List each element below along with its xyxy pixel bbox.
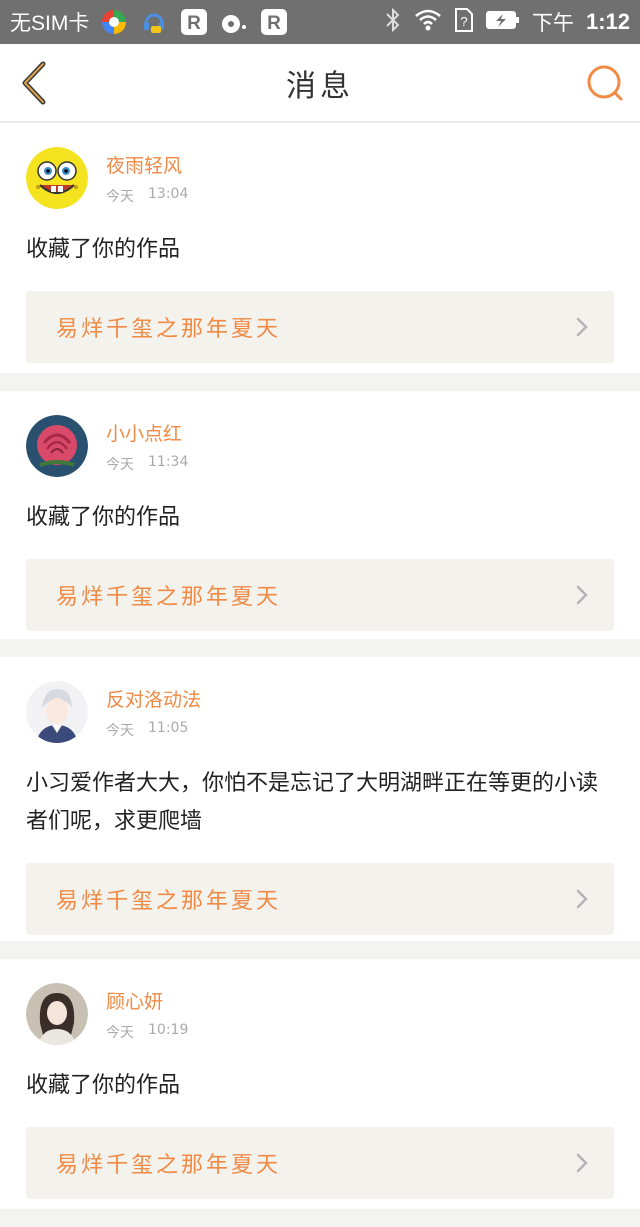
message-text: 收藏了你的作品 (26, 1073, 181, 1098)
time-label: 13:04 (148, 186, 189, 202)
work-link[interactable]: 易烊千玺之那年夏天 (26, 863, 614, 935)
user-avatar[interactable] (26, 983, 88, 1045)
day-label: 今天 (106, 189, 134, 205)
svg-text:?: ? (460, 14, 467, 29)
user-avatar[interactable] (26, 681, 88, 743)
message-card: 反对洛动法 今天 11:05 小习爱作者大大，你怕不是忘记了大明湖畔正在等更的小读… (0, 657, 640, 941)
message-text: 收藏了你的作品 (26, 237, 181, 262)
time-label: 11:05 (148, 720, 189, 736)
work-title: 易烊千玺之那年夏天 (56, 317, 282, 342)
message-text: 小习爱作者大大，你怕不是忘记了大明湖畔正在等更的小读者们呢，求更爬墙 (26, 771, 599, 834)
username[interactable]: 顾心妍 (106, 987, 188, 1014)
carrier-label: 无SIM卡 (10, 12, 90, 35)
svg-text:R: R (187, 13, 201, 34)
chat-app-icon (139, 7, 169, 37)
username[interactable]: 夜雨轻风 (106, 151, 188, 178)
user-avatar[interactable] (26, 147, 88, 209)
message-card: 顾心妍 今天 10:19 收藏了你的作品 易烊千玺之那年夏天 (0, 959, 640, 1209)
message-text: 收藏了你的作品 (26, 505, 181, 530)
back-button[interactable] (14, 60, 54, 106)
day-label: 今天 (106, 723, 134, 739)
chevron-right-icon (576, 1153, 588, 1173)
day-label: 今天 (106, 1025, 134, 1041)
chevron-right-icon (576, 889, 588, 909)
message-list: 夜雨轻风 今天 13:04 收藏了你的作品 易烊千玺之那年夏天 小小点红 今天 11… (0, 123, 640, 1227)
username[interactable]: 反对洛动法 (106, 685, 201, 712)
am-pm-label: 下午 (531, 11, 574, 35)
clock: 1:12 (585, 9, 630, 34)
search-button[interactable] (584, 62, 626, 104)
user-avatar[interactable] (26, 415, 88, 477)
browser-app-icon (99, 7, 129, 37)
r-app-icon-2: R (259, 7, 289, 37)
day-label: 今天 (106, 457, 134, 473)
page-title: 消息 (286, 68, 354, 104)
bluetooth-icon (384, 7, 402, 37)
work-title: 易烊千玺之那年夏天 (56, 585, 282, 610)
r-app-icon: R (179, 7, 209, 37)
wifi-icon (414, 8, 442, 36)
time-label: 11:34 (148, 454, 189, 470)
header-bar: 消息 (0, 44, 640, 122)
no-sim-icon: ? (454, 7, 474, 37)
search-icon (587, 65, 623, 101)
svg-text:R: R (267, 13, 281, 34)
status-bar: 无SIM卡 R R ? 下午 1:12 (0, 0, 640, 44)
username[interactable]: 小小点红 (106, 419, 188, 446)
time-label: 10:19 (148, 1022, 189, 1038)
work-link[interactable]: 易烊千玺之那年夏天 (26, 559, 614, 631)
battery-charging-icon (485, 10, 520, 34)
work-link[interactable]: 易烊千玺之那年夏天 (26, 291, 614, 363)
message-card: 夜雨轻风 今天 13:04 收藏了你的作品 易烊千玺之那年夏天 (0, 123, 640, 373)
work-title: 易烊千玺之那年夏天 (56, 889, 282, 914)
message-card: 小小点红 今天 11:34 收藏了你的作品 易烊千玺之那年夏天 (0, 391, 640, 639)
chevron-right-icon (576, 317, 588, 337)
chevron-left-icon (22, 61, 46, 105)
chevron-right-icon (576, 585, 588, 605)
work-title: 易烊千玺之那年夏天 (56, 1153, 282, 1178)
music-app-icon (219, 7, 249, 37)
